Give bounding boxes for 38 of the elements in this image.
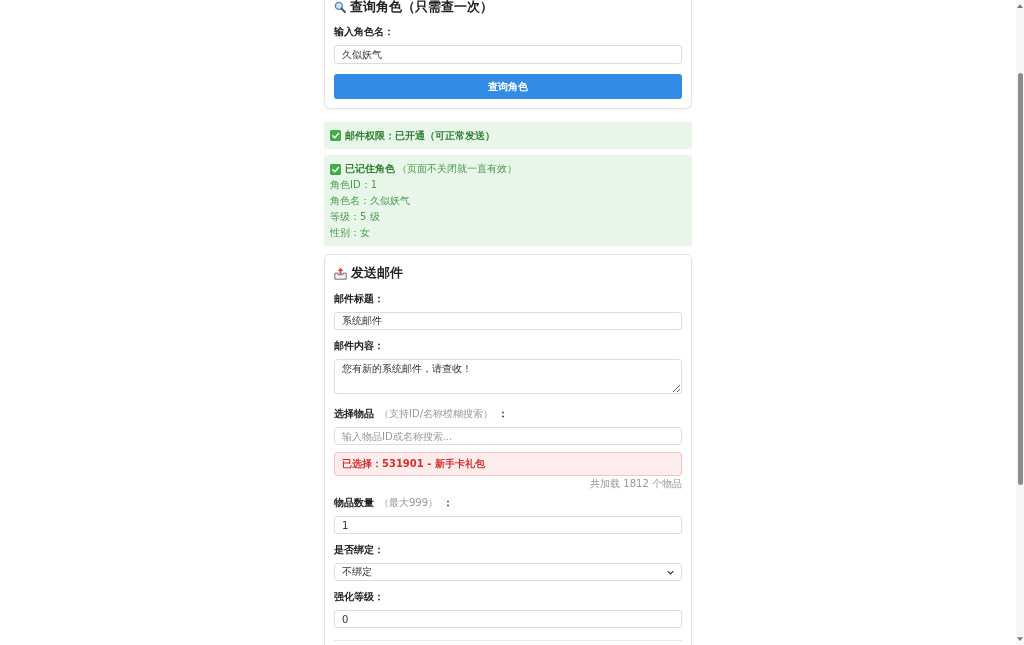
card-title: 查询角色（只需查一次） [350, 0, 493, 14]
field-label: 选择物品 [334, 407, 374, 421]
label-colon: ： [498, 407, 509, 421]
tray-up-arrow-icon [334, 266, 347, 280]
field-hint: （支持ID/名称模糊搜索） [379, 407, 494, 421]
textarea-field[interactable]: 您有新的系统邮件，请查收！ [334, 359, 682, 394]
item-count-text: 共加载 1812 个物品 [590, 478, 682, 490]
check-icon [330, 130, 341, 141]
input-field[interactable]: 久似妖气 [334, 45, 682, 64]
field-label: 物品数量 [334, 496, 374, 510]
field-label: 邮件内容： [334, 339, 384, 353]
card-title: 发送邮件 [351, 265, 403, 281]
input-field[interactable]: 1 [334, 516, 682, 534]
selected-item-banner: 已选择：531901 - 新手卡礼包 [334, 452, 682, 476]
field-label: 输入角色名： [334, 25, 394, 39]
role-info-text: 角色名：久似妖气 [330, 195, 410, 206]
scroll-down-arrow-icon[interactable] [1017, 637, 1023, 641]
notice-text: 邮件权限：已开通（可正常发送） [345, 129, 495, 143]
field-label: 强化等级： [334, 590, 384, 604]
check-icon [330, 163, 341, 175]
label-colon: ： [443, 496, 454, 510]
chevron-down-icon [667, 569, 674, 575]
scroll-up-arrow-icon[interactable] [1017, 4, 1023, 8]
select-dropdown[interactable]: 不绑定 [334, 563, 682, 581]
role-info-text: 性别：女 [330, 227, 370, 238]
field-hint: （最大999） [379, 496, 439, 510]
scrollbar-track[interactable] [1016, 0, 1024, 645]
input-field[interactable]: 0 [334, 610, 682, 628]
input-field[interactable]: 系统邮件 [334, 312, 682, 330]
search-icon [334, 1, 346, 13]
notice-title: 已记住角色 [345, 162, 395, 176]
role-info-text: 等级：5 级 [330, 211, 380, 222]
scroll-thumb[interactable] [1017, 73, 1023, 485]
search-field[interactable]: 输入物品ID或名称搜索... [334, 427, 682, 445]
notice-note: （页面不关闭就一直有效） [397, 162, 517, 176]
field-label: 是否绑定： [334, 543, 384, 557]
role-info-text: 角色ID：1 [330, 179, 377, 190]
field-label: 邮件标题： [334, 292, 384, 306]
